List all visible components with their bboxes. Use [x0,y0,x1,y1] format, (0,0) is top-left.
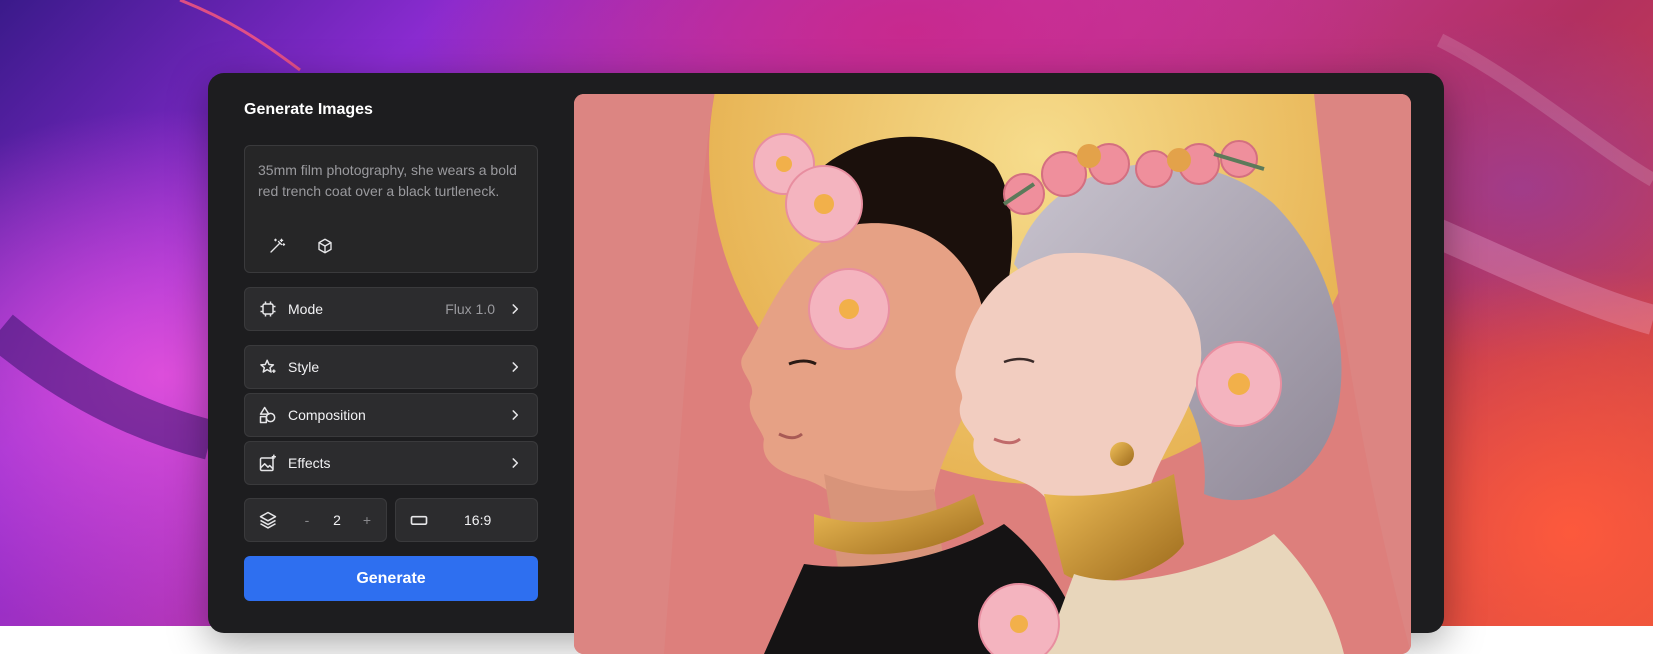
shapes-icon [257,404,279,426]
chip-icon [257,298,279,320]
prompt-tools [265,236,337,260]
aspect-ratio-button[interactable]: 16:9 [395,498,538,542]
decrement-button[interactable]: - [297,512,317,528]
layers-icon [257,509,279,531]
image-sparkle-icon [257,452,279,474]
chevron-right-icon [507,301,523,317]
composition-row[interactable]: Composition [244,393,538,437]
generated-image [574,94,1411,654]
generate-button[interactable]: Generate [244,556,538,601]
effects-label: Effects [288,455,331,471]
prompt-text[interactable]: 35mm film photography, she wears a bold … [258,160,520,202]
image-count-stepper: - 2 + [244,498,387,542]
effects-row[interactable]: Effects [244,441,538,485]
sparkle-star-icon [257,356,279,378]
rectangle-icon [408,509,430,531]
panel-title: Generate Images [244,101,373,118]
style-row[interactable]: Style [244,345,538,389]
prompt-input[interactable]: 35mm film photography, she wears a bold … [244,145,538,273]
aspect-ratio-value: 16:9 [464,512,492,528]
cube-button[interactable] [313,236,337,260]
chevron-right-icon [507,407,523,423]
magic-wand-icon [268,237,286,260]
mode-row[interactable]: Mode Flux 1.0 [244,287,538,331]
increment-button[interactable]: + [357,512,377,528]
count-value: 2 [333,512,341,528]
mode-label: Mode [288,301,324,317]
magic-wand-button[interactable] [265,236,289,260]
generator-window: Generate Images 35mm film photography, s… [208,73,1444,654]
chevron-right-icon [507,359,523,375]
composition-label: Composition [288,407,366,423]
chevron-right-icon [507,455,523,471]
cube-icon [316,237,334,260]
style-label: Style [288,359,320,375]
mode-value: Flux 1.0 [445,301,495,317]
